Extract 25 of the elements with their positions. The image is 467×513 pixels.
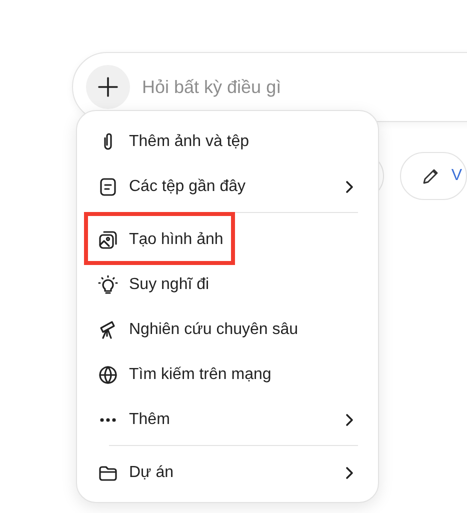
menu-item[interactable]: Thêm ảnh và tệp: [77, 119, 378, 164]
menu-item-label: Thêm: [129, 410, 170, 428]
document-icon: [97, 176, 119, 198]
menu-item-label: Suy nghĩ đi: [129, 276, 210, 294]
menu-item[interactable]: Thêm: [77, 397, 378, 442]
prompt-input-field[interactable]: Hỏi bất kỳ điều gì: [140, 76, 394, 98]
menu-item-label: Thêm ảnh và tệp: [129, 132, 250, 150]
menu-item-label: Dự án: [129, 464, 174, 482]
menu-item-label: Các tệp gần đây: [129, 178, 246, 196]
plus-icon: [97, 76, 119, 98]
chip-button[interactable]: V: [400, 152, 467, 200]
menu-item-label: Tìm kiếm trên mạng: [129, 366, 272, 384]
image-icon: [97, 228, 119, 250]
add-button[interactable]: [86, 65, 130, 109]
menu-item[interactable]: Suy nghĩ đi: [77, 262, 378, 307]
menu-item[interactable]: Dự án: [77, 450, 378, 495]
lightbulb-icon: [97, 274, 119, 296]
menu-item[interactable]: Nghiên cứu chuyên sâu: [77, 307, 378, 352]
dots-icon: [100, 418, 116, 422]
globe-icon: [97, 364, 119, 386]
menu-item-label: Tạo hình ảnh: [129, 230, 224, 248]
menu-item-label: Nghiên cứu chuyên sâu: [129, 320, 298, 338]
menu-item[interactable]: Tạo hình ảnh: [77, 217, 378, 262]
menu-item[interactable]: Tìm kiếm trên mạng: [77, 352, 378, 397]
menu-item[interactable]: Các tệp gần đây: [77, 164, 378, 209]
